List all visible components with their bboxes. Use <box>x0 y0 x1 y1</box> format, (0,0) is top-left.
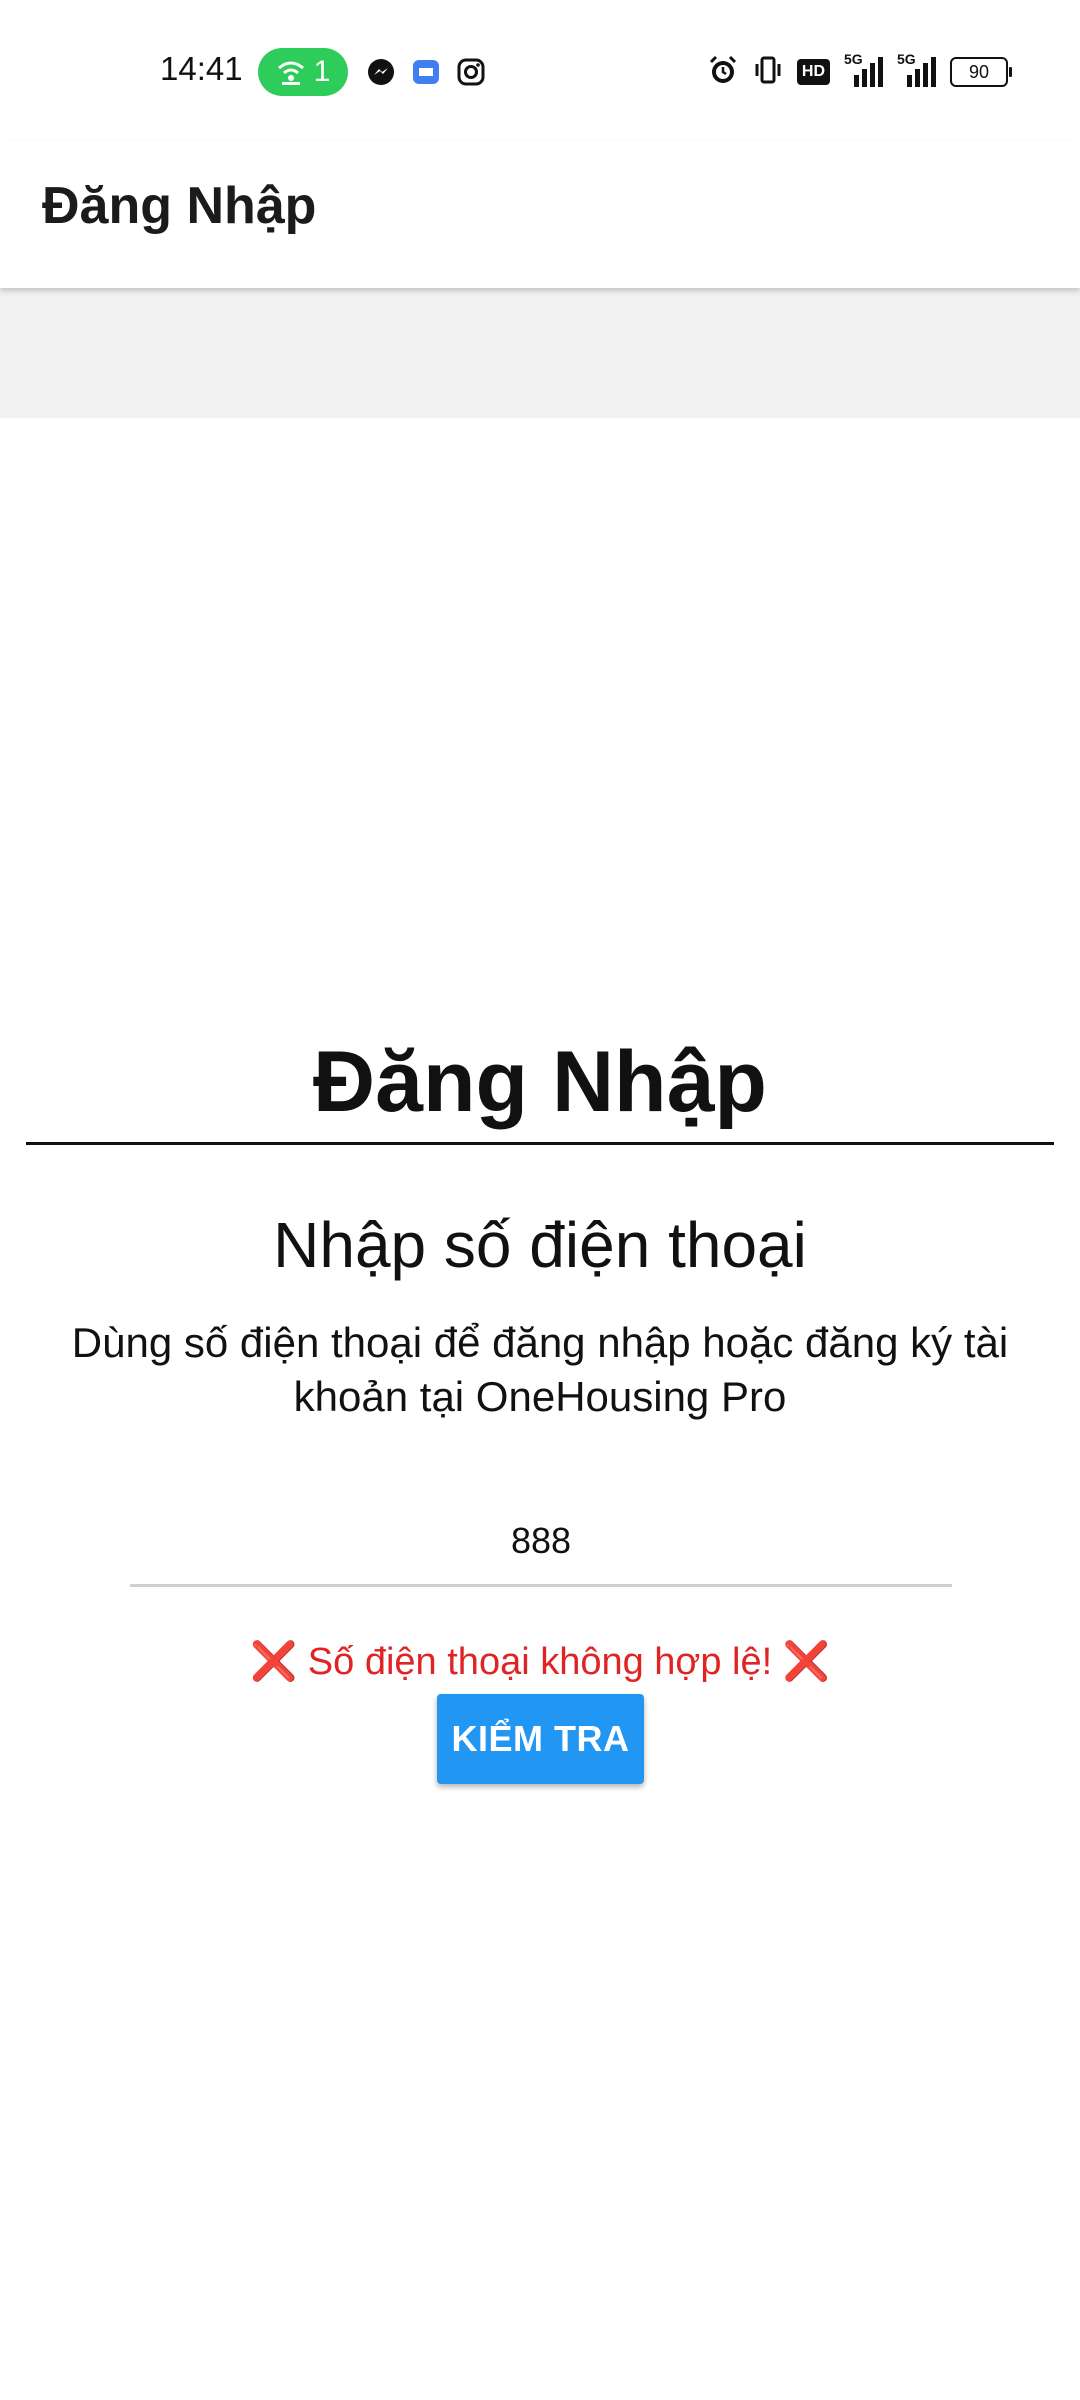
wifi-hotspot-indicator: 1 <box>258 48 348 96</box>
phone-input[interactable] <box>130 1498 952 1587</box>
status-time: 14:41 <box>160 50 243 87</box>
instagram-icon <box>454 55 488 89</box>
hotspot-count: 1 <box>313 55 331 88</box>
battery-icon: 90 <box>950 57 1012 87</box>
signal-5g-icon: 5G <box>844 51 883 87</box>
messenger-icon <box>364 55 398 89</box>
header-band <box>0 288 1080 418</box>
message-icon <box>409 55 443 89</box>
check-button[interactable]: KIỂM TRA <box>437 1694 644 1784</box>
status-bar: 14:41 1 HD 5G 5G 90 <box>0 0 1080 140</box>
phone-error-message: ❌ Số điện thoại không hợp lệ! ❌ <box>249 1641 831 1683</box>
phone-subheading: Nhập số điện thoại <box>273 1209 807 1281</box>
login-description: Dùng số điện thoại để đăng nhập hoặc đăn… <box>71 1319 1009 1420</box>
signal-5g-icon-2: 5G <box>897 51 936 87</box>
status-right-icons: HD 5G 5G 90 <box>707 51 1012 92</box>
vibrate-icon <box>753 54 783 91</box>
app-bar-title: Đăng Nhập <box>42 177 317 235</box>
alarm-icon <box>707 54 739 91</box>
wifi-hotspot-icon <box>276 58 306 86</box>
battery-level: 90 <box>968 61 990 82</box>
heading-divider <box>26 1142 1054 1145</box>
hd-icon: HD <box>796 59 830 85</box>
app-bar: Đăng Nhập <box>0 140 1080 288</box>
login-heading: Đăng Nhập <box>313 1034 767 1130</box>
